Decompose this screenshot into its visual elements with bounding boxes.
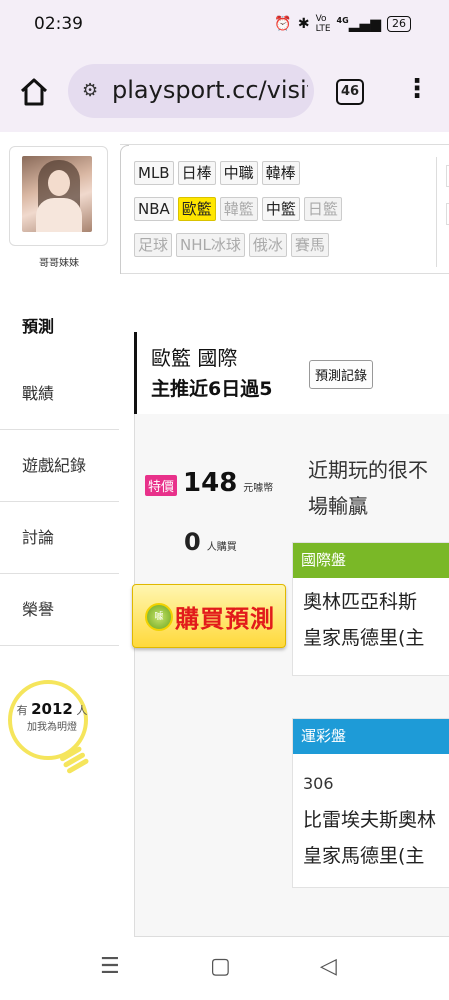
side-nav: 預測 戰績 遊戲紀錄 討論 榮譽 [0, 296, 119, 646]
team-away: 比雷埃夫斯奧林 [303, 809, 437, 831]
league-tag[interactable]: 日籃 [303, 197, 342, 221]
nav-item-discussion[interactable]: 討論 [0, 502, 119, 574]
team-home: 皇家馬德里(主 [303, 627, 425, 649]
price-unit: 元噱幣 [243, 483, 274, 494]
buy-prediction-label: 購買預測 [175, 605, 275, 633]
status-bar: 02:39 ⏰ ✱ Vo LTE 4G▂▄▆ 26 [0, 0, 449, 50]
league-title: 歐籃 國際 [151, 346, 238, 370]
league-selector: MLB 日棒 中職 韓棒 NBA 歐籃 韓籃 中籃 日籃 足球 NHL冰球 俄冰 賽馬 [120, 144, 449, 274]
league-row-2: NBA 歐籃 韓籃 中籃 日籃 [134, 197, 342, 221]
browser-menu-icon[interactable]: ⋮ [404, 74, 430, 104]
bluetooth-icon: ✱ [297, 16, 310, 32]
site-settings-icon[interactable]: ⚙ [82, 80, 98, 101]
league-tag[interactable]: 中職 [219, 161, 258, 185]
browser-toolbar: ⚙ playsport.cc/visit 46 ⋮ [0, 50, 449, 133]
volte-icon: Vo LTE [315, 14, 331, 34]
prediction-record-button[interactable]: 預測記錄 [309, 360, 374, 389]
back-icon[interactable]: ◁ [320, 954, 337, 979]
intl-odds-title: 國際盤 [293, 543, 449, 578]
league-tag[interactable]: 足球 [134, 233, 173, 257]
prediction-comment: 近期玩的很不 場輸贏 [308, 458, 428, 518]
recent-apps-icon[interactable]: ☰ [100, 954, 120, 979]
price-value: 148 [183, 468, 238, 498]
league-row-3: 足球 NHL冰球 俄冰 賽馬 [134, 233, 329, 257]
league-tag[interactable]: 韓棒 [261, 161, 300, 185]
special-price: 特價 148 元噱幣 [145, 468, 273, 498]
signal-icon: 4G▂▄▆ [336, 15, 381, 33]
network-type: 4G [336, 15, 349, 25]
home-nav-icon[interactable]: ▢ [210, 954, 231, 979]
sale-badge: 特價 [145, 475, 178, 496]
league-tag[interactable]: 歐籃 [177, 197, 216, 221]
nav-item-prediction[interactable]: 預測 [0, 296, 119, 358]
league-tag[interactable]: NHL冰球 [176, 233, 245, 257]
league-tag[interactable]: 俄冰 [248, 233, 287, 257]
lamp-label: 加我為明燈 [27, 722, 77, 733]
league-tag[interactable]: 中籃 [261, 197, 300, 221]
prediction-header: 歐籃 國際 主推近6日過5 預測記錄 [134, 332, 449, 414]
coin-icon: 噱 [145, 603, 173, 631]
buyer-count: 0 人購買 [184, 528, 237, 556]
home-button[interactable] [18, 76, 50, 108]
nav-item-honor[interactable]: 榮譽 [0, 574, 119, 646]
league-tag[interactable]: 日棒 [177, 161, 216, 185]
league-tag[interactable]: MLB [134, 161, 174, 185]
league-tag[interactable]: NBA [134, 197, 174, 221]
team-away: 奧林匹亞科斯 [303, 591, 418, 613]
tabs-count-button[interactable]: 46 [336, 79, 364, 105]
game-number: 306 [303, 774, 334, 793]
alarm-icon: ⏰ [274, 16, 292, 32]
buyer-number: 0 [184, 528, 201, 556]
nav-item-record[interactable]: 戰績 [0, 358, 119, 430]
league-tag[interactable]: 賽馬 [290, 233, 329, 257]
status-time: 02:39 [34, 14, 83, 34]
lamp-count: 2012 [31, 700, 73, 718]
buy-prediction-button[interactable]: 噱 購買預測 [132, 584, 286, 648]
url-text[interactable]: playsport.cc/visit [112, 76, 308, 104]
lottery-odds-title: 運彩盤 [293, 719, 449, 754]
page-content: 哥哥妹妹 MLB 日棒 中職 韓棒 NBA 歐籃 韓籃 中籃 日籃 足球 NHL冰球 俄冰 賽馬 預… [0, 132, 449, 940]
intl-odds-panel: 國際盤 奧林匹亞科斯 皇家馬德里(主 [292, 542, 449, 676]
buyer-unit: 人購買 [206, 542, 237, 553]
lamp-badge[interactable]: 有 2012 人 加我為明燈 [6, 680, 92, 780]
username[interactable]: 哥哥妹妹 [14, 254, 104, 269]
league-tag[interactable]: 韓籃 [219, 197, 258, 221]
home-icon [20, 78, 48, 106]
system-nav-bar: ☰ ▢ ◁ [0, 940, 449, 1000]
address-bar[interactable]: ⚙ playsport.cc/visit [68, 64, 314, 118]
streak-text: 主推近6日過5 [151, 378, 273, 400]
lottery-odds-panel: 運彩盤 306 比雷埃夫斯奧林 皇家馬德里(主 [292, 718, 449, 888]
nav-item-game-log[interactable]: 遊戲紀錄 [0, 430, 119, 502]
team-home: 皇家馬德里(主 [303, 845, 425, 867]
battery-icon: 26 [387, 16, 411, 32]
status-icons: ⏰ ✱ Vo LTE 4G▂▄▆ 26 [274, 14, 411, 34]
league-row-1: MLB 日棒 中職 韓棒 [134, 161, 300, 185]
avatar-card[interactable] [9, 146, 108, 246]
avatar[interactable] [22, 156, 92, 232]
